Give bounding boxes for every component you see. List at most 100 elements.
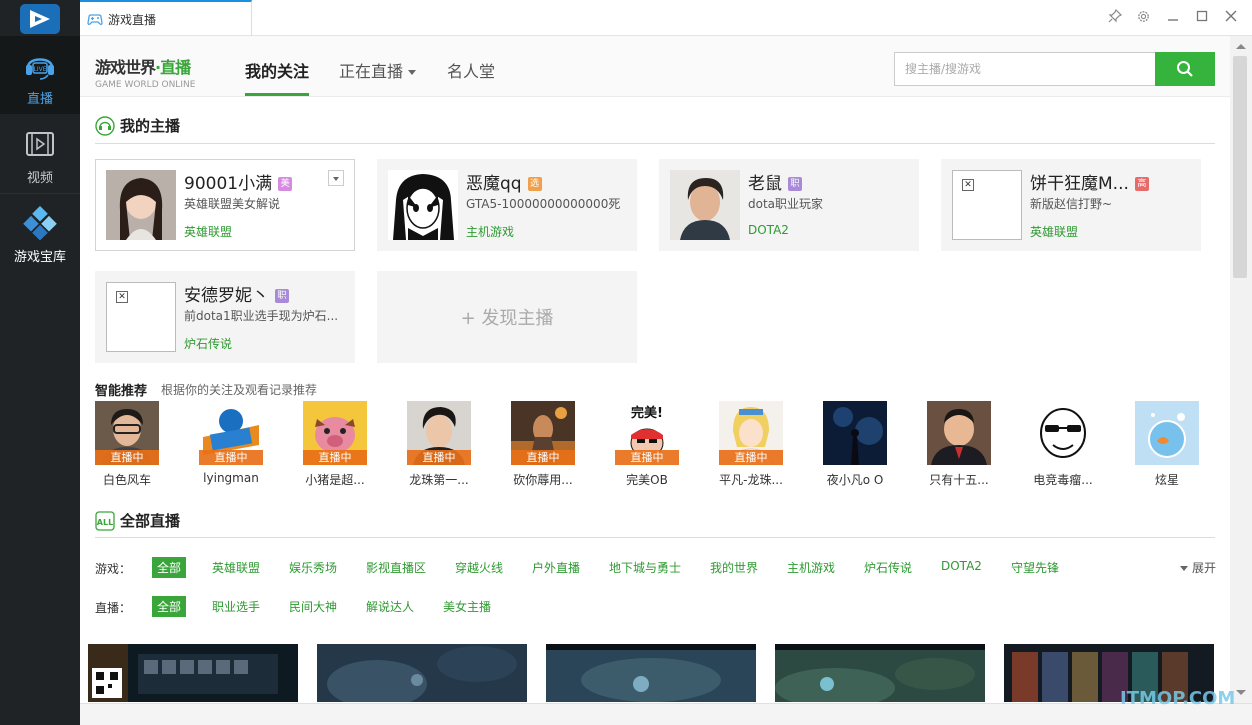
sidebar-item-label: 视频 — [26, 171, 53, 186]
sidebar-item-video[interactable]: 视频 — [0, 115, 80, 193]
broken-image-icon: ✕ — [962, 179, 974, 191]
tab-my-follow[interactable]: 我的关注 — [245, 58, 309, 82]
brand-sub: GAME WORLD ONLINE — [95, 80, 196, 90]
tab-game-live[interactable]: 游戏直播 — [80, 0, 252, 36]
recommend-item[interactable]: 只有十五... — [922, 401, 996, 488]
recommend-item[interactable]: 直播中 lyingman — [194, 401, 268, 485]
game-filter-chip[interactable]: 穿越火线 — [455, 559, 503, 576]
maximize-icon — [1196, 10, 1208, 22]
scroll-up-icon[interactable] — [1236, 44, 1246, 49]
anchor-card[interactable]: 90001小满美 英雄联盟美女解说 英雄联盟 — [95, 159, 355, 251]
game-filter-chip[interactable]: 地下城与勇士 — [609, 559, 681, 576]
recommend-item[interactable]: 直播中 龙珠第一... — [402, 401, 476, 488]
game-filter-chip[interactable]: 英雄联盟 — [212, 559, 260, 576]
search-button[interactable] — [1155, 52, 1215, 86]
recommend-item[interactable]: 直播中 小猪是超... — [298, 401, 372, 488]
game-filter-chip[interactable]: DOTA2 — [941, 559, 982, 573]
pin-button[interactable] — [1102, 4, 1128, 28]
recommend-name: 只有十五... — [929, 473, 989, 487]
anchor-game[interactable]: 英雄联盟 — [184, 223, 232, 240]
tab-now-live[interactable]: 正在直播 — [339, 58, 417, 82]
recommend-name: 炫星 — [1154, 473, 1179, 487]
type-filter-chip[interactable]: 民间大神 — [289, 598, 337, 615]
recommend-thumb: 直播中 — [407, 401, 471, 465]
live-badge: 直播中 — [95, 450, 159, 465]
anchor-card[interactable]: ✕ 安德罗妮丶职 前dota1职业选手现为炉石... 炉石传说 — [95, 271, 355, 363]
tab-now-live-label: 正在直播 — [339, 62, 404, 81]
avatar-broken-image: ✕ — [952, 170, 1022, 240]
game-library-icon — [23, 206, 57, 240]
close-button[interactable] — [1218, 4, 1244, 28]
game-filter-chip[interactable]: 主机游戏 — [787, 559, 835, 576]
recommend-item[interactable]: 完美! 直播中 完美OB — [610, 401, 684, 488]
recommend-item[interactable]: 直播中 平凡-龙珠... — [714, 401, 788, 488]
app-logo[interactable] — [20, 4, 60, 34]
all-live-heading: ALL 全部直播 — [95, 510, 180, 531]
game-filter-chip[interactable]: 全部 — [152, 557, 187, 578]
divider — [95, 143, 1215, 144]
recommend-item[interactable]: 炫星 — [1130, 401, 1204, 488]
game-filter-chip[interactable]: 户外直播 — [532, 559, 580, 576]
type-filter-chip[interactable]: 解说达人 — [366, 598, 414, 615]
game-filter-chip[interactable]: 守望先锋 — [1011, 559, 1059, 576]
maximize-button[interactable] — [1189, 4, 1215, 28]
recommend-subtitle: 根据你的关注及观看记录推荐 — [161, 383, 318, 397]
live-badge: 直播中 — [199, 450, 263, 465]
anchor-game[interactable]: DOTA2 — [748, 223, 789, 237]
recommend-name: 完美OB — [626, 473, 668, 487]
recommend-thumb: 直播中 — [303, 401, 367, 465]
stream-thumbnail[interactable] — [546, 644, 756, 702]
minimize-button[interactable] — [1160, 4, 1186, 28]
scroll-down-icon[interactable] — [1236, 690, 1246, 695]
type-filter-chip[interactable]: 职业选手 — [212, 598, 260, 615]
game-filter-chip[interactable]: 炉石传说 — [864, 559, 912, 576]
sidebar-item-live[interactable]: LIVE 直播 — [0, 36, 80, 114]
recommend-name: 夜小凡o O — [826, 473, 884, 487]
svg-text:ALL: ALL — [97, 518, 113, 527]
watermark: ITMOP.COM — [1120, 688, 1236, 709]
type-filter-chip[interactable]: 全部 — [152, 596, 187, 617]
search-input[interactable] — [894, 52, 1156, 86]
recommend-thumb: 直播中 — [511, 401, 575, 465]
expand-label: 展开 — [1192, 561, 1217, 575]
anchor-game[interactable]: 主机游戏 — [466, 223, 514, 240]
tab-hall-of-fame[interactable]: 名人堂 — [447, 58, 495, 82]
anchor-game[interactable]: 英雄联盟 — [1030, 223, 1078, 240]
recommend-item[interactable]: 夜小凡o O — [818, 401, 892, 488]
game-filter-chip[interactable]: 影视直播区 — [366, 559, 426, 576]
anchor-desc: 英雄联盟美女解说 — [184, 197, 281, 211]
anchor-card[interactable]: 恶魔qq 选 GTA5-10000000000000死 主机游戏 — [377, 159, 637, 251]
all-icon: ALL — [95, 510, 115, 531]
stream-thumbnail[interactable] — [88, 644, 298, 702]
stream-thumbnail[interactable] — [317, 644, 527, 702]
recommend-item[interactable]: 直播中 白色风车 — [90, 401, 164, 488]
anchor-name: 老鼠职 — [748, 169, 802, 194]
sidebar: LIVE 直播 视频 游戏宝库 — [0, 0, 80, 725]
brand-logo: 游戏世界·直播 GAME WORLD ONLINE — [95, 54, 195, 90]
my-anchors-heading: 我的主播 — [95, 115, 180, 136]
brand-accent: ·直播 — [155, 58, 191, 77]
recommend-item[interactable]: 直播中 砍你蓐用... — [506, 401, 580, 488]
vertical-scrollbar[interactable] — [1230, 36, 1252, 703]
brand-main: 游戏世界 — [95, 58, 156, 77]
type-filter-chip[interactable]: 美女主播 — [443, 598, 491, 615]
expand-filters-button[interactable]: 展开 — [1180, 559, 1216, 576]
status-bar — [80, 703, 1252, 725]
game-filter-chip[interactable]: 我的世界 — [710, 559, 758, 576]
anchor-card[interactable]: 老鼠职 dota职业玩家 DOTA2 — [659, 159, 919, 251]
live-badge: 直播中 — [303, 450, 367, 465]
scrollbar-thumb[interactable] — [1233, 56, 1247, 278]
sidebar-item-game-library[interactable]: 游戏宝库 — [0, 193, 80, 271]
chevron-down-icon — [408, 70, 417, 75]
anchor-desc: dota职业玩家 — [748, 197, 824, 211]
discover-anchor-button[interactable]: + 发现主播 — [377, 271, 637, 363]
settings-button[interactable] — [1130, 4, 1156, 28]
stream-thumbnail[interactable] — [775, 644, 985, 702]
game-filter-chip[interactable]: 娱乐秀场 — [289, 559, 337, 576]
anchor-game[interactable]: 炉石传说 — [184, 335, 232, 352]
recommend-item[interactable]: 电竞毒瘤... — [1026, 401, 1100, 488]
tab-label: 游戏直播 — [108, 12, 157, 27]
card-dropdown-button[interactable] — [328, 170, 344, 186]
anchor-card[interactable]: ✕ 饼干狂魔M... 高 新版赵信打野~ 英雄联盟 — [941, 159, 1201, 251]
anchor-badge: 美 — [278, 177, 293, 191]
